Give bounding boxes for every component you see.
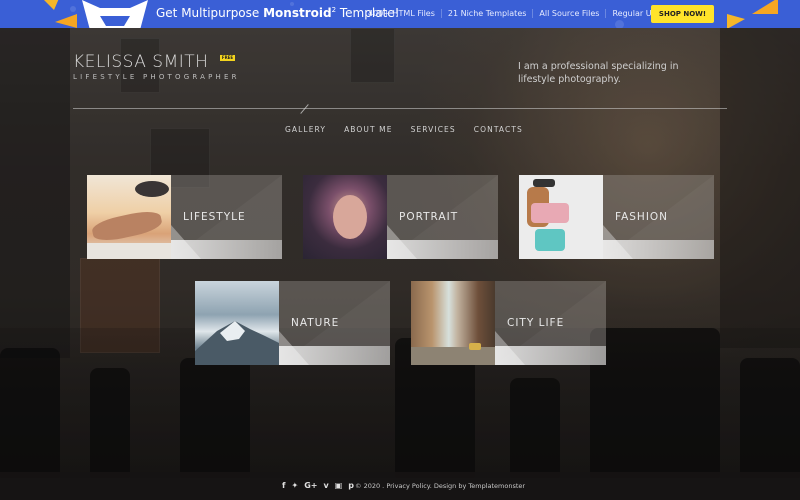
panel-wedge (495, 331, 557, 365)
road-shape (411, 347, 495, 365)
social-links: f ✦ G+ v ▣ p (282, 482, 354, 490)
gallery-tile-nature[interactable]: NATURE (195, 281, 390, 365)
youtube-icon[interactable]: ▣ (335, 482, 343, 490)
panel-wedge (387, 225, 449, 259)
copyright-text: © 2020 . (355, 482, 387, 490)
gallery-tile-lifestyle[interactable]: LIFESTYLE (87, 175, 282, 259)
tile-panel: LIFESTYLE (171, 175, 282, 259)
hat-shape (135, 181, 169, 197)
design-credit-text: . Design by (429, 482, 469, 490)
panel-wedge (171, 225, 233, 259)
pinterest-icon[interactable]: p (348, 482, 354, 490)
city-photo (411, 281, 495, 365)
gallery-tile-city-life[interactable]: CITY LIFE (411, 281, 606, 365)
headline-prefix: Get Multipurpose (156, 6, 264, 20)
brand-subtitle: LIFESTYLE PHOTOGRAPHER (73, 73, 240, 81)
promo-feature: 21 Niche Templates (440, 9, 533, 18)
templatemonster-link[interactable]: Templatemonster (468, 482, 525, 490)
panel-wedge (279, 331, 341, 365)
nav-item-services[interactable]: SERVICES (402, 125, 465, 134)
taxi-shape (469, 343, 481, 350)
privacy-policy-link[interactable]: Privacy Policy (386, 482, 429, 490)
lifestyle-photo (87, 175, 171, 259)
mountain-shape (195, 321, 279, 365)
promo-features: 400+ HTML Files 21 Niche Templates All S… (362, 9, 685, 18)
headline-brand: Monstroid (263, 6, 332, 20)
nav-item-contacts[interactable]: CONTACTS (465, 125, 532, 134)
promo-banner[interactable]: Get Multipurpose Monstroid2 Template! 40… (0, 0, 800, 28)
promo-feature: 400+ HTML Files (368, 9, 435, 18)
tile-panel: CITY LIFE (495, 281, 606, 365)
google-plus-icon[interactable]: G+ (304, 482, 317, 490)
tagline: I am a professional specializing in life… (518, 61, 679, 85)
tile-panel: FASHION (603, 175, 714, 259)
gallery-tile-fashion[interactable]: FASHION (519, 175, 714, 259)
lounger-shape (87, 243, 171, 259)
monstroid-mascot-icon (82, 0, 148, 28)
face-shape (333, 195, 367, 239)
promo-feature: All Source Files (532, 9, 605, 18)
shop-now-button[interactable]: SHOP NOW! (651, 5, 714, 23)
facebook-icon[interactable]: f (282, 482, 285, 490)
decor-shape (55, 14, 77, 28)
decor-dot (70, 6, 76, 12)
brand-name: KELISSA SMITH (73, 52, 209, 72)
nature-photo (195, 281, 279, 365)
cap-shape (533, 179, 555, 187)
tile-panel: NATURE (279, 281, 390, 365)
gallery-tile-portrait[interactable]: PORTRAIT (303, 175, 498, 259)
decor-dot (615, 20, 624, 28)
tile-label: FASHION (615, 211, 669, 223)
portrait-photo (303, 175, 387, 259)
tile-panel: PORTRAIT (387, 175, 498, 259)
vimeo-icon[interactable]: v (323, 482, 328, 490)
tile-label: PORTRAIT (399, 211, 459, 223)
free-badge: FREE (220, 55, 235, 61)
header-divider (73, 108, 727, 109)
decor-shape (752, 0, 778, 14)
decor-shape (727, 14, 745, 28)
tile-label: NATURE (291, 317, 340, 329)
footer: f ✦ G+ v ▣ p © 2020 . Privacy Policy. De… (0, 472, 800, 500)
fashion-photo (519, 175, 603, 259)
background-overlay (0, 28, 800, 500)
nav-item-about-me[interactable]: ABOUT ME (335, 125, 402, 134)
copyright: © 2020 . Privacy Policy. Design by Templ… (355, 482, 525, 490)
tile-label: LIFESTYLE (183, 211, 246, 223)
nav-item-gallery[interactable]: GALLERY (276, 125, 335, 134)
top-shape (531, 203, 569, 223)
decor-shape (40, 0, 60, 10)
twitter-icon[interactable]: ✦ (291, 482, 298, 490)
tile-label: CITY LIFE (507, 317, 565, 329)
background-photo (0, 28, 800, 500)
shorts-shape (535, 229, 565, 251)
panel-wedge (603, 225, 665, 259)
site-logo[interactable]: KELISSA SMITH LIFESTYLE PHOTOGRAPHER FRE… (73, 52, 240, 81)
figure-shape (90, 207, 164, 245)
main-nav: GALLERY ABOUT ME SERVICES CONTACTS (276, 125, 532, 134)
